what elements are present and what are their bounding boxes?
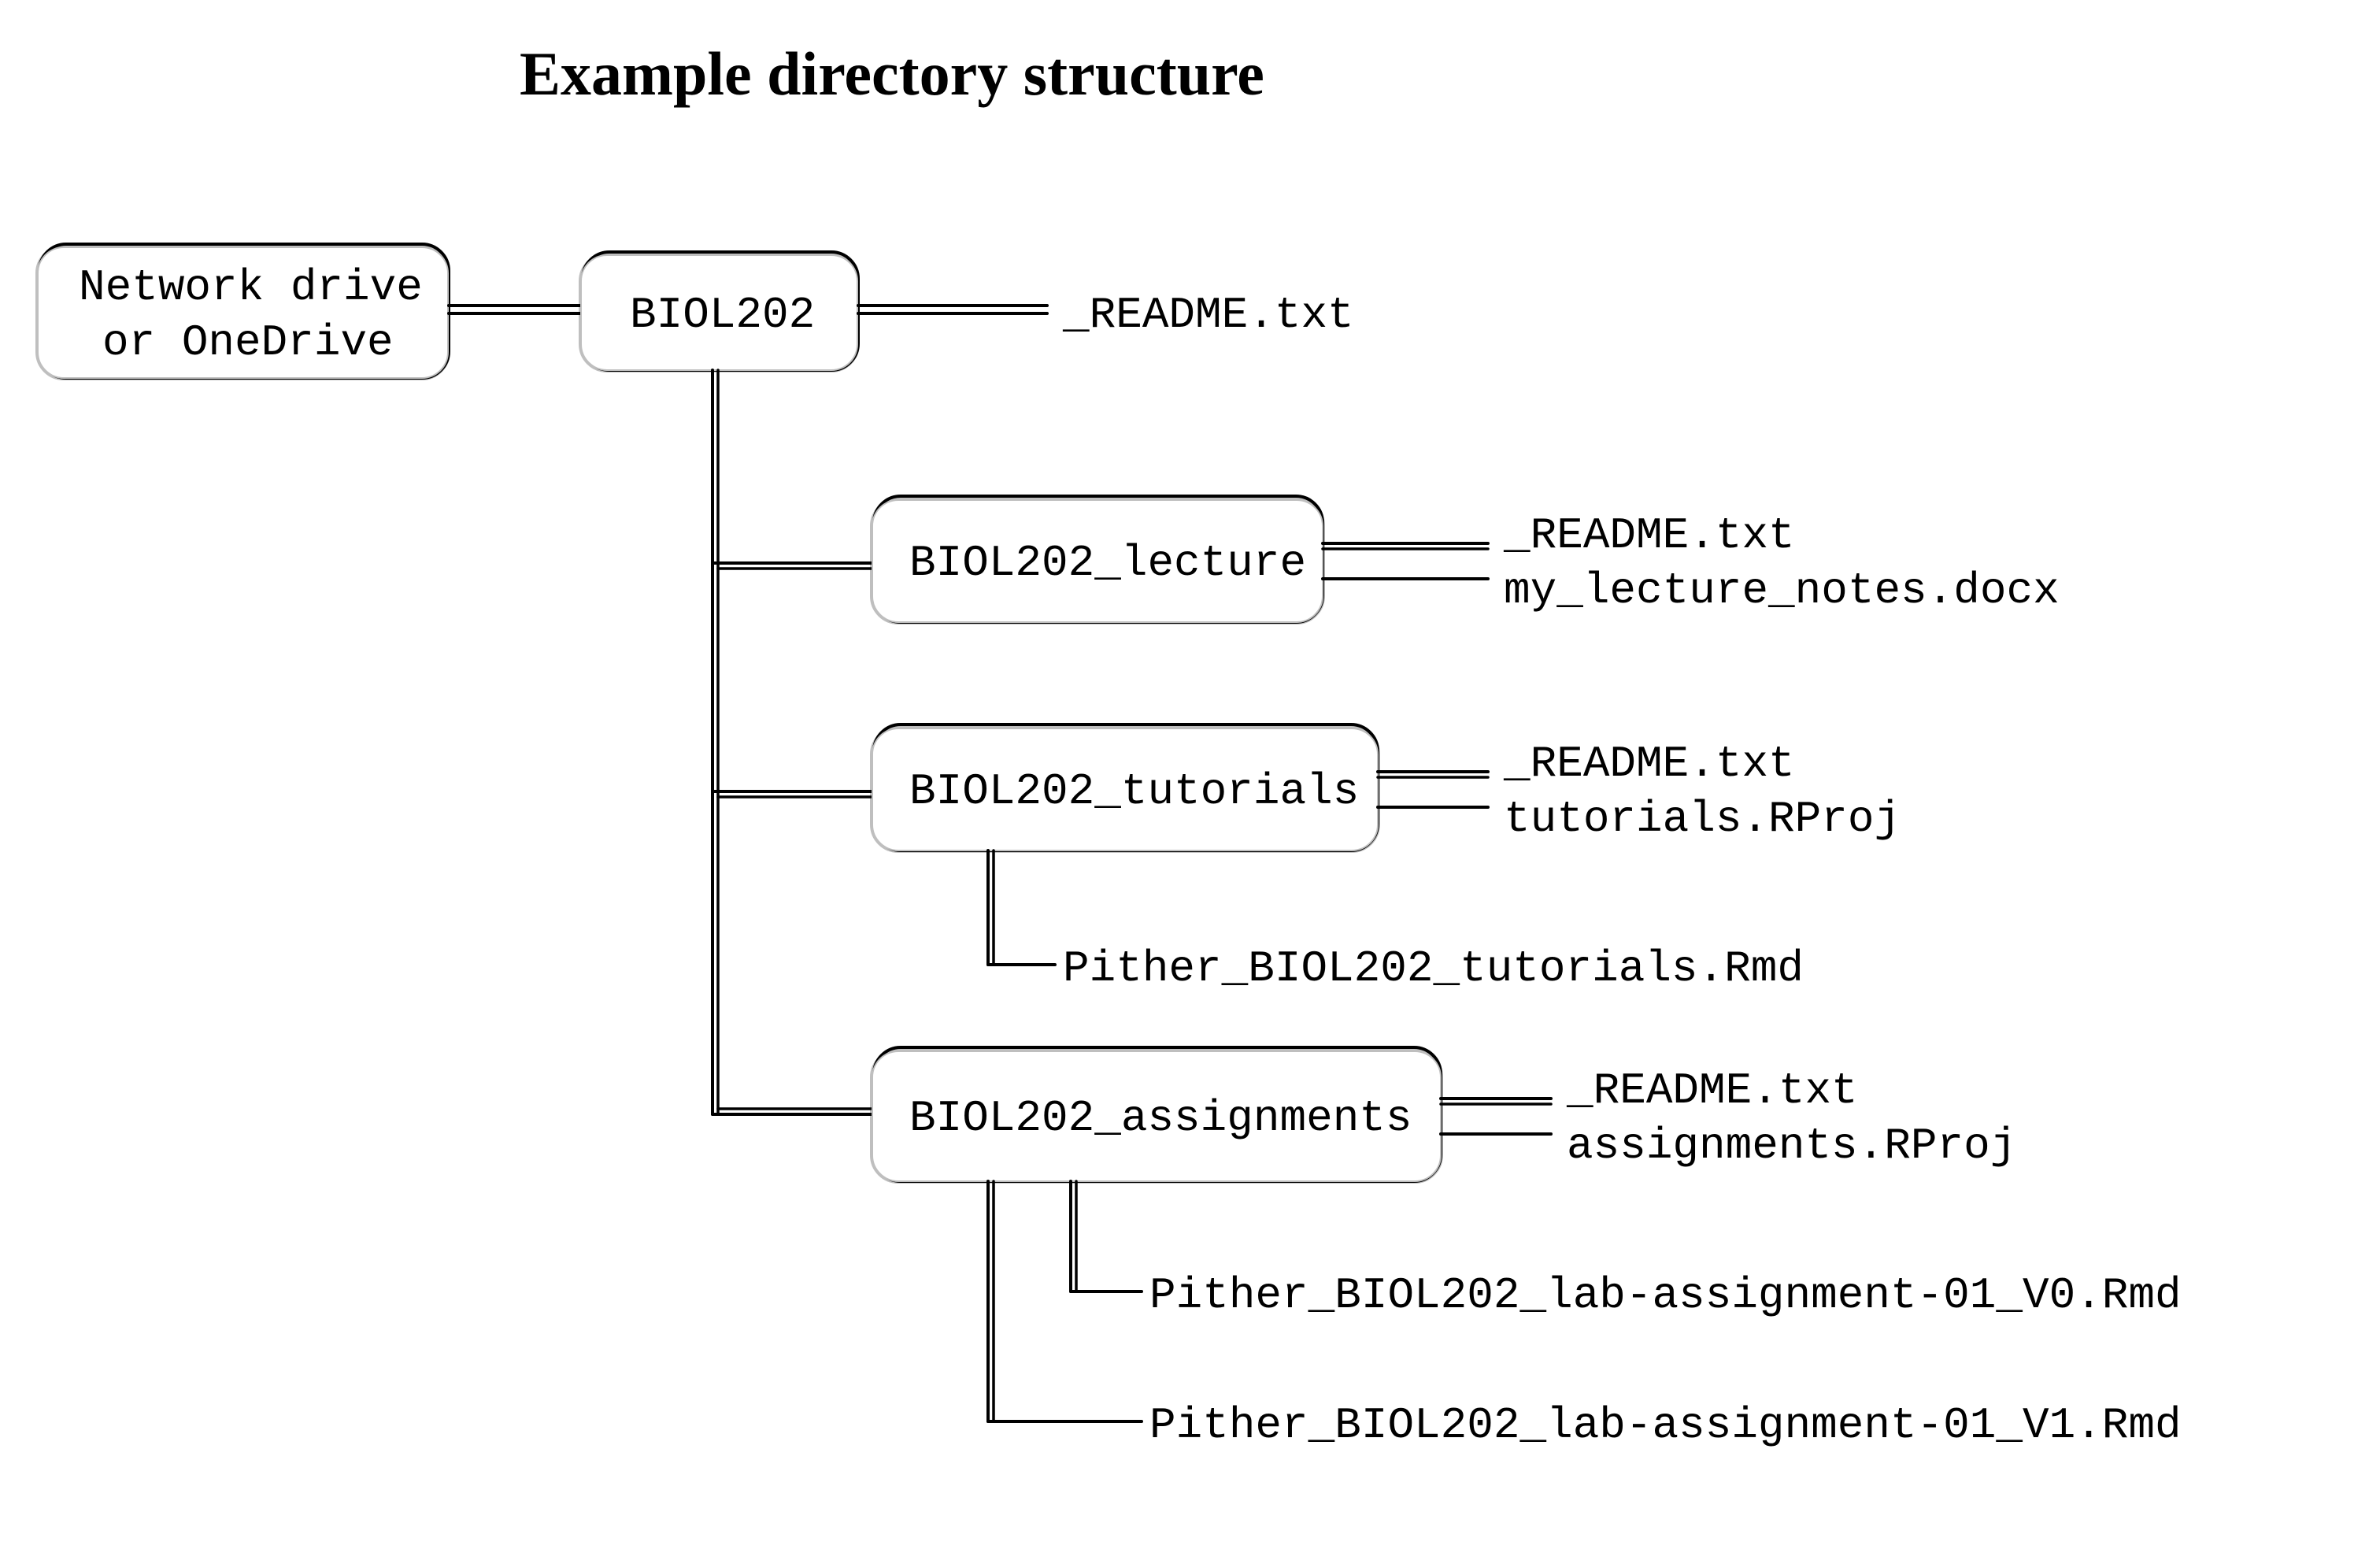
node-biol202: BIOL202 [580, 252, 858, 371]
file-assignment-v0: Pither_BIOL202_lab-assignment-01_V0.Rmd [1149, 1270, 2182, 1321]
file-assignment-v1: Pither_BIOL202_lab-assignment-01_V1.Rmd [1149, 1400, 2182, 1451]
file-lecture-notes: my_lecture_notes.docx [1504, 565, 2060, 616]
assignments-label: BIOL202_assignments [909, 1093, 1412, 1143]
tutorials-label: BIOL202_tutorials [909, 766, 1359, 817]
file-biol-readme: _README.txt [1062, 290, 1354, 340]
directory-diagram: Example directory structure Network driv… [0, 0, 2380, 1549]
file-assignments-readme: _README.txt [1566, 1065, 1858, 1116]
file-tutorials-rproj: tutorials.RProj [1504, 794, 1901, 844]
file-lecture-readme: _README.txt [1503, 510, 1795, 561]
node-lecture: BIOL202_lecture [872, 496, 1323, 623]
diagram-title: Example directory structure [520, 39, 1264, 108]
lecture-label: BIOL202_lecture [909, 538, 1306, 588]
root-line2: or OneDrive [102, 317, 394, 368]
node-tutorials: BIOL202_tutorials [872, 724, 1379, 851]
file-tutorials-rmd: Pither_BIOL202_tutorials.Rmd [1063, 943, 1804, 994]
node-root: Network drive or OneDrive [37, 244, 449, 379]
file-assignments-rproj: assignments.RProj [1567, 1121, 2016, 1171]
node-assignments: BIOL202_assignments [872, 1047, 1442, 1182]
biol202-label: BIOL202 [630, 290, 815, 340]
root-line1: Network drive [79, 262, 423, 313]
file-tutorials-readme: _README.txt [1503, 739, 1795, 789]
